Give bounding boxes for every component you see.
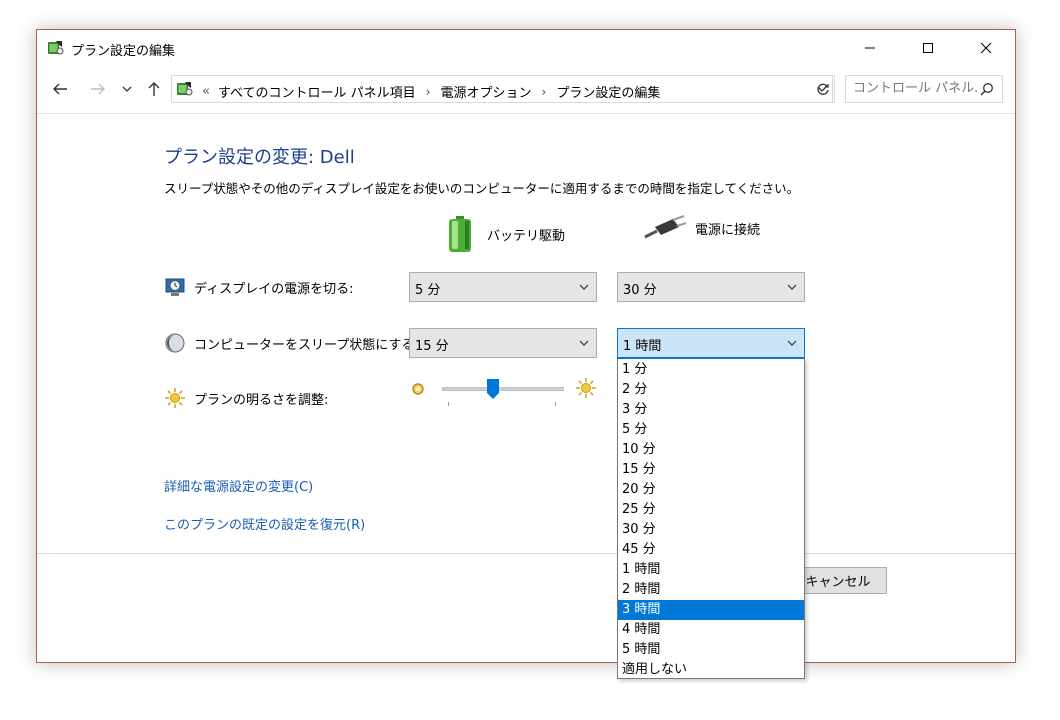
bright-sun-icon bbox=[576, 378, 596, 398]
sleep-ac-dropdown-list: 1 分2 分3 分5 分 10 分 15 分 20 分 25 分 30 分 45 分1 時間… bbox=[617, 358, 805, 679]
sleep-ac-value: 1 時間 bbox=[623, 339, 662, 354]
search-icon[interactable] bbox=[980, 82, 994, 96]
breadcrumb: « すべてのコントロール パネル項目 › 電源オプション › プラン設定の編集 bbox=[202, 82, 660, 101]
dropdown-option[interactable]: 1 時間 bbox=[618, 560, 804, 580]
breadcrumb-item-control-panel[interactable]: すべてのコントロール パネル項目 bbox=[218, 82, 416, 101]
display-off-battery-value: 5 分 bbox=[415, 283, 441, 298]
dropdown-option[interactable]: 15 分 bbox=[618, 460, 804, 480]
maximize-icon bbox=[923, 43, 933, 53]
breadcrumb-overflow[interactable]: « bbox=[202, 84, 210, 99]
chevron-down-icon bbox=[122, 86, 132, 92]
dropdown-option[interactable]: 2 時間 bbox=[618, 580, 804, 600]
navigation-bar: « すべてのコントロール パネル項目 › 電源オプション › プラン設定の編集 bbox=[37, 74, 1015, 108]
ac-column-header: 電源に接続 bbox=[643, 215, 760, 241]
display-off-label: ディスプレイの電源を切る: bbox=[194, 281, 354, 297]
dim-sun-icon bbox=[412, 383, 424, 395]
dropdown-option[interactable]: 30 分 bbox=[618, 520, 804, 540]
slider-track[interactable] bbox=[442, 387, 564, 391]
brightness-slider[interactable] bbox=[409, 373, 597, 413]
dropdown-option[interactable]: 45 分 bbox=[618, 540, 804, 560]
breadcrumb-item-edit-plan[interactable]: プラン設定の編集 bbox=[556, 82, 660, 101]
chevron-down-icon bbox=[787, 340, 797, 346]
maximize-button[interactable] bbox=[899, 30, 957, 66]
forward-arrow-icon bbox=[91, 83, 105, 95]
dropdown-option[interactable]: 4 時間 bbox=[618, 620, 804, 640]
restore-defaults-link[interactable]: このプランの既定の設定を復元(R) bbox=[164, 514, 365, 533]
back-arrow-icon bbox=[53, 83, 67, 95]
chevron-down-icon bbox=[787, 284, 797, 290]
dropdown-option[interactable]: 25 分 bbox=[618, 500, 804, 520]
chevron-down-icon bbox=[579, 340, 589, 346]
display-off-battery-select[interactable]: 5 分 bbox=[409, 272, 597, 302]
brightness-label: プランの明るさを調整: bbox=[194, 392, 329, 408]
display-off-ac-select[interactable]: 30 分 bbox=[617, 272, 805, 302]
display-off-ac-value: 30 分 bbox=[623, 283, 657, 298]
breadcrumb-separator[interactable]: › bbox=[542, 85, 547, 99]
sleep-row: コンピューターをスリープ状態にする: bbox=[164, 332, 419, 354]
power-plan-window: プラン設定の編集 « すべてのコントロール パネル項目 › 電源オプション › … bbox=[36, 29, 1016, 663]
dropdown-option[interactable]: 5 時間 bbox=[618, 640, 804, 660]
battery-icon bbox=[449, 216, 471, 252]
display-off-row: ディスプレイの電源を切る: bbox=[164, 276, 353, 298]
dropdown-option[interactable]: 5 分 bbox=[618, 420, 804, 440]
nav-divider bbox=[37, 113, 1015, 114]
dropdown-option[interactable]: 適用しない bbox=[618, 660, 804, 680]
sleep-battery-value: 15 分 bbox=[415, 339, 449, 354]
page-title: プラン設定の変更: Dell bbox=[164, 147, 355, 168]
up-arrow-icon bbox=[148, 82, 160, 96]
window-title: プラン設定の編集 bbox=[71, 44, 176, 59]
dropdown-option[interactable]: 3 分 bbox=[618, 400, 804, 420]
page-description: スリープ状態やその他のディスプレイ設定をお使いのコンピューターに適用するまでの時… bbox=[164, 181, 800, 196]
forward-button[interactable] bbox=[87, 78, 109, 100]
address-bar[interactable]: « すべてのコントロール パネル項目 › 電源オプション › プラン設定の編集 bbox=[171, 75, 833, 103]
title-bar: プラン設定の編集 bbox=[37, 30, 1015, 66]
refresh-button[interactable] bbox=[811, 75, 835, 103]
close-button[interactable] bbox=[957, 30, 1015, 66]
battery-column-label: バッテリ駆動 bbox=[487, 228, 566, 244]
power-plan-icon bbox=[177, 82, 193, 96]
moon-icon bbox=[165, 333, 185, 353]
up-button[interactable] bbox=[143, 78, 165, 100]
dropdown-option[interactable]: 20 分 bbox=[618, 480, 804, 500]
breadcrumb-separator[interactable]: › bbox=[426, 85, 431, 99]
battery-column-header: バッテリ駆動 bbox=[447, 215, 565, 253]
clock-monitor-icon bbox=[165, 278, 185, 296]
sleep-battery-select[interactable]: 15 分 bbox=[409, 328, 597, 358]
ac-column-label: 電源に接続 bbox=[695, 222, 761, 238]
chevron-down-icon bbox=[579, 284, 589, 290]
slider-thumb[interactable] bbox=[486, 378, 500, 400]
close-icon bbox=[980, 42, 992, 54]
dropdown-option[interactable]: 2 分 bbox=[618, 380, 804, 400]
dropdown-option[interactable]: 3 時間 bbox=[618, 600, 804, 620]
refresh-icon bbox=[816, 83, 829, 95]
dropdown-option[interactable]: 1 分 bbox=[618, 360, 804, 380]
sun-icon bbox=[165, 388, 185, 408]
search-box[interactable] bbox=[845, 75, 1003, 103]
sleep-label: コンピューターをスリープ状態にする: bbox=[194, 337, 419, 353]
slider-tick bbox=[448, 402, 449, 406]
power-plan-icon bbox=[48, 41, 64, 55]
footer-divider bbox=[37, 553, 1015, 554]
dropdown-option[interactable]: 10 分 bbox=[618, 440, 804, 460]
minimize-button[interactable] bbox=[841, 30, 899, 66]
recent-locations-button[interactable] bbox=[119, 78, 135, 100]
breadcrumb-item-power-options[interactable]: 電源オプション bbox=[440, 82, 531, 101]
search-input[interactable] bbox=[853, 81, 979, 96]
advanced-power-settings-link[interactable]: 詳細な電源設定の変更(C) bbox=[164, 476, 313, 495]
brightness-row: プランの明るさを調整: bbox=[164, 387, 328, 409]
plug-icon bbox=[644, 215, 687, 239]
slider-tick bbox=[555, 402, 556, 406]
back-button[interactable] bbox=[49, 78, 71, 100]
sleep-ac-select[interactable]: 1 時間 bbox=[617, 328, 805, 358]
minimize-icon bbox=[865, 47, 875, 49]
